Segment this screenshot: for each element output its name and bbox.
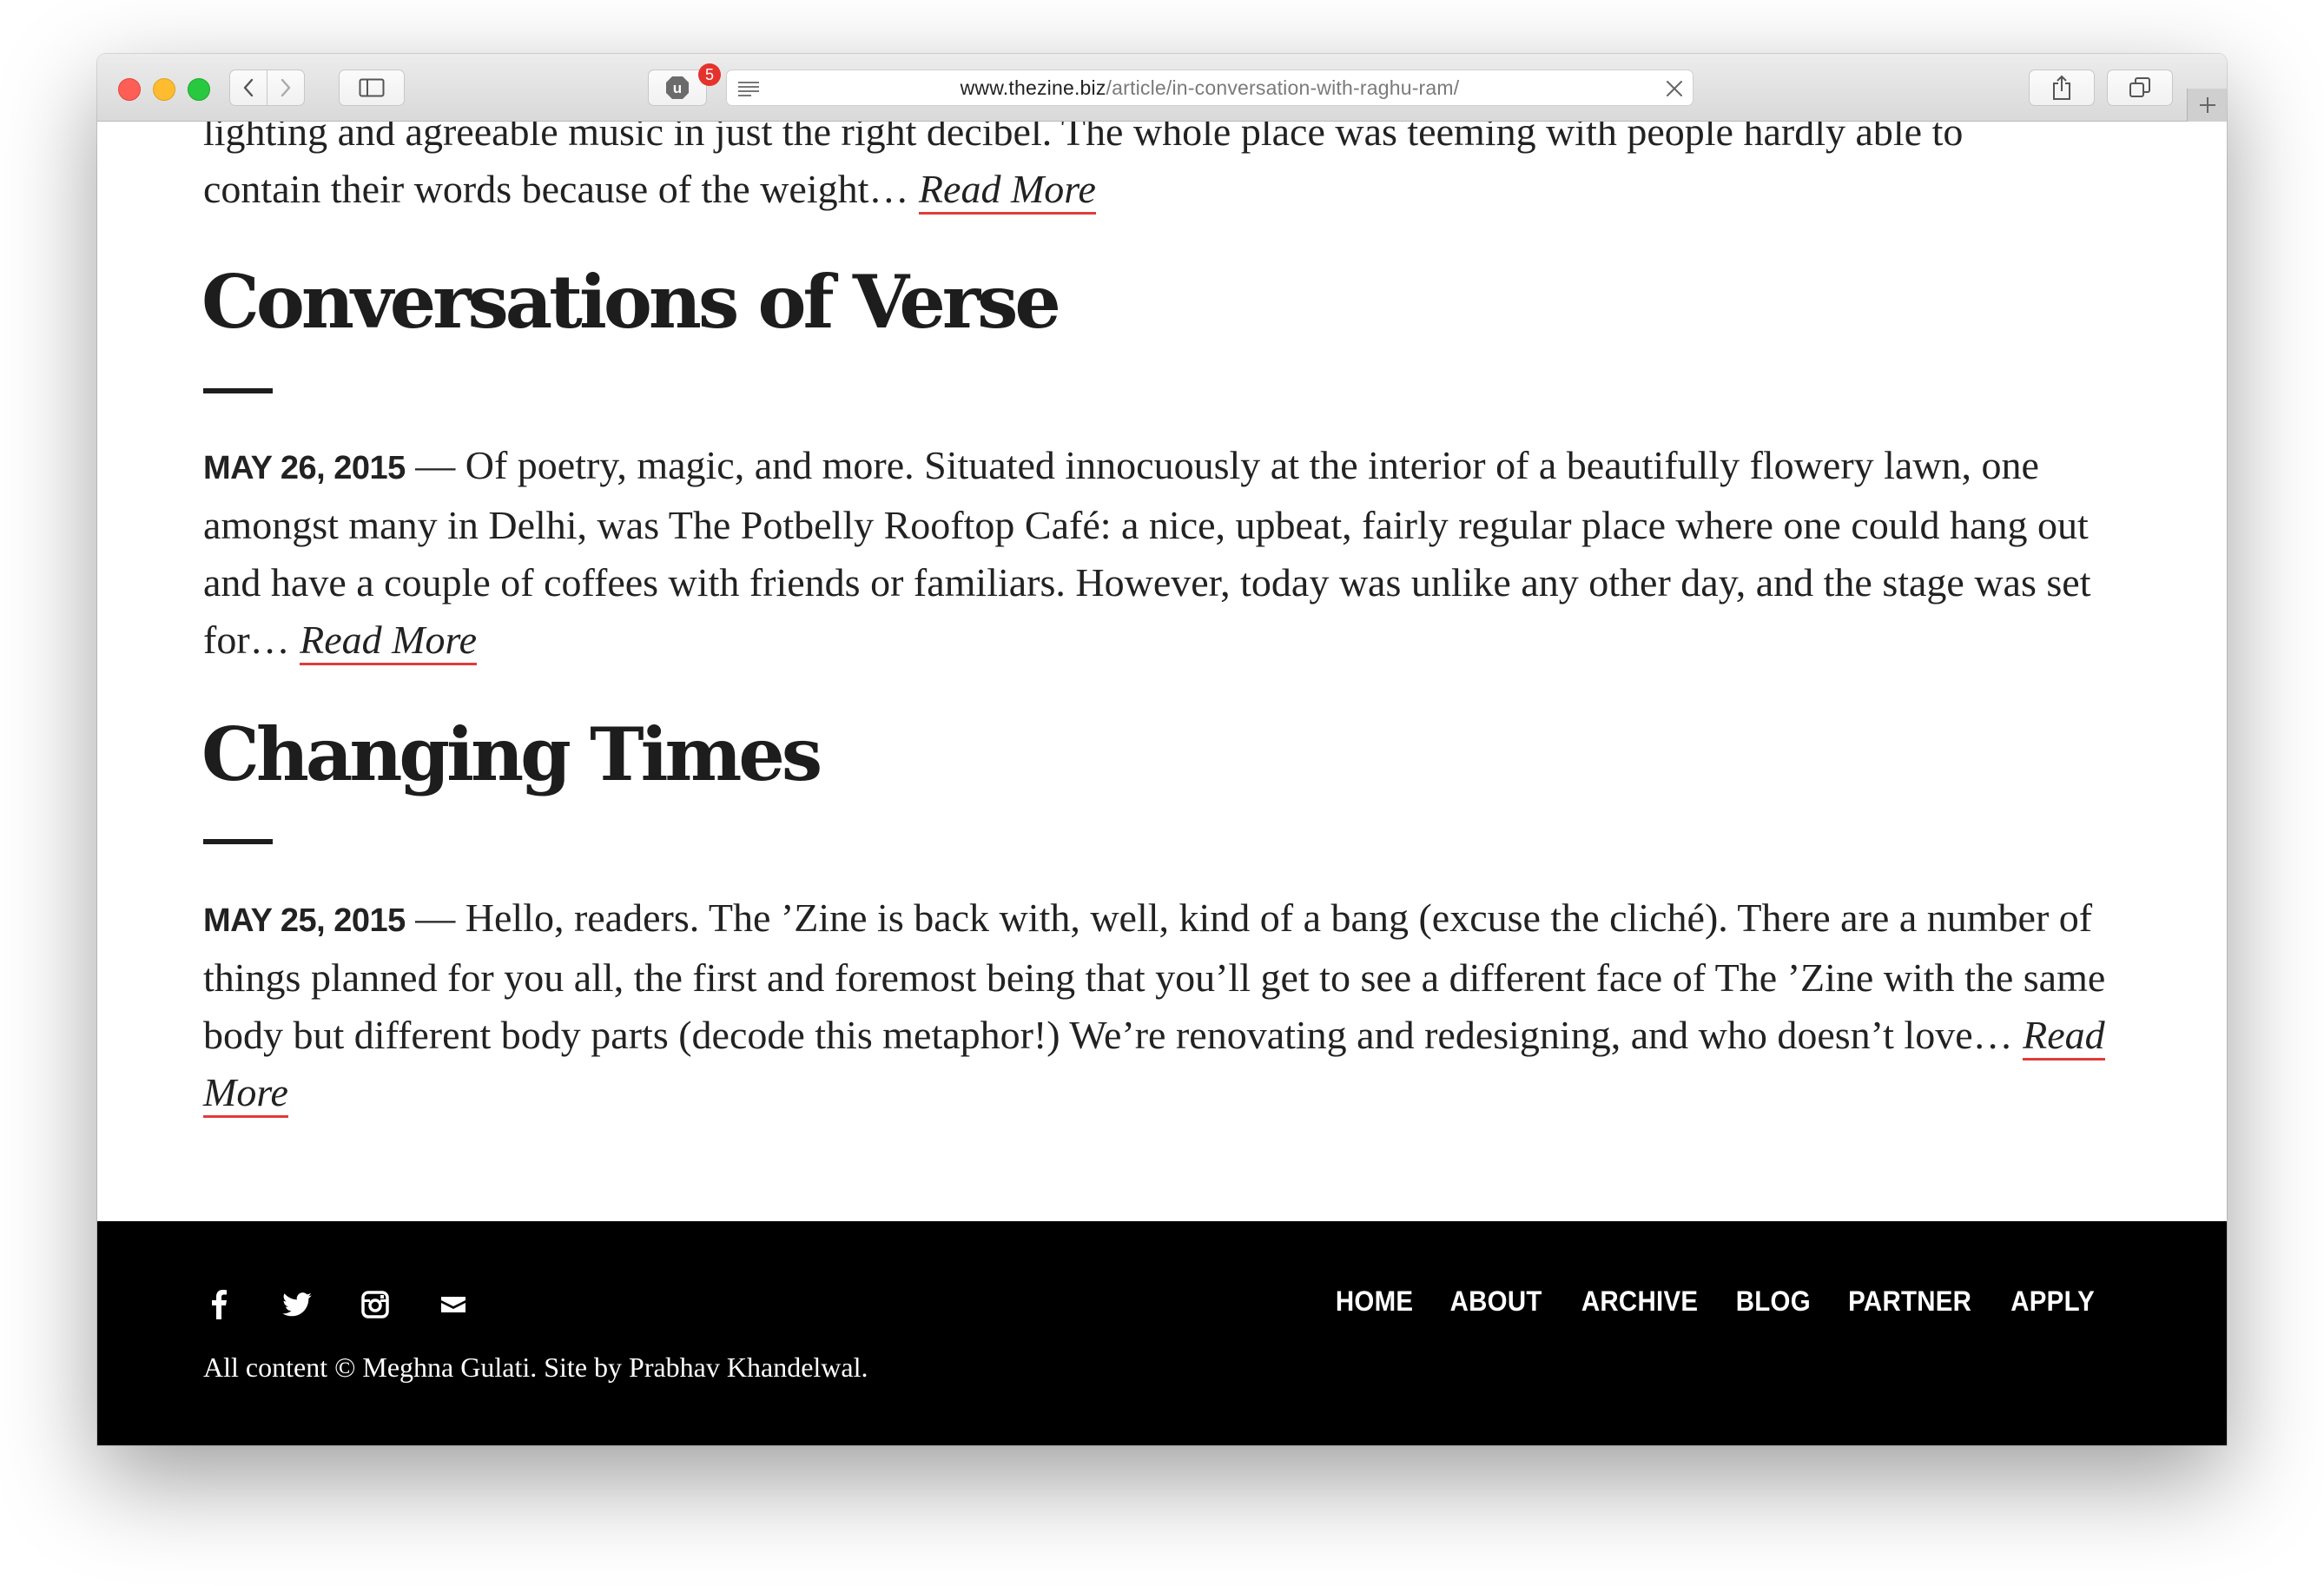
extension-badge: 5 bbox=[698, 63, 721, 86]
ublock-shield-icon: u bbox=[666, 76, 689, 99]
footer-nav-about[interactable]: ABOUT bbox=[1450, 1285, 1542, 1318]
url-path: /article/in-conversation-with-raghu-ram/ bbox=[1106, 76, 1460, 99]
zoom-window-button[interactable] bbox=[188, 78, 210, 101]
footer-nav-home[interactable]: HOME bbox=[1336, 1285, 1413, 1318]
read-more-link[interactable]: Read More bbox=[918, 167, 1096, 215]
back-button[interactable] bbox=[229, 69, 267, 106]
read-more-link[interactable]: Read More bbox=[300, 618, 478, 665]
chevron-right-icon bbox=[281, 78, 291, 97]
tab-overview-button[interactable] bbox=[2107, 69, 2173, 106]
instagram-icon[interactable] bbox=[358, 1287, 393, 1322]
url-text: www.thezine.biz/article/in-conversation-… bbox=[727, 76, 1693, 100]
browser-window: lighting and agreeable music in just the… bbox=[97, 54, 2227, 1445]
sidebar-icon bbox=[359, 78, 385, 97]
article-title[interactable]: Conversations of Verse bbox=[201, 259, 1061, 346]
footer-nav-archive[interactable]: ARCHIVE bbox=[1581, 1285, 1697, 1318]
forward-button[interactable] bbox=[267, 69, 305, 106]
footer-nav: HOME ABOUT ARCHIVE BLOG PARTNER APPLY bbox=[1332, 1285, 2098, 1318]
title-divider bbox=[203, 388, 273, 393]
sidebar-toggle-button[interactable] bbox=[339, 69, 405, 106]
twitter-icon[interactable] bbox=[280, 1287, 314, 1322]
article-excerpt: MAY 26, 2015 — Of poetry, magic, and mor… bbox=[203, 437, 2149, 669]
footer-nav-blog[interactable]: BLOG bbox=[1735, 1285, 1810, 1318]
share-icon bbox=[2053, 75, 2070, 100]
partial-excerpt-bottom: contain their words because of the weigh… bbox=[203, 167, 909, 211]
plus-icon bbox=[2200, 97, 2215, 113]
minimize-window-button[interactable] bbox=[153, 78, 175, 101]
mail-icon[interactable] bbox=[436, 1287, 471, 1322]
date-separator: — bbox=[405, 443, 465, 487]
article-excerpt: MAY 25, 2015 — Hello, readers. The ’Zine… bbox=[203, 889, 2149, 1121]
new-tab-button[interactable] bbox=[2187, 89, 2227, 122]
svg-text:u: u bbox=[673, 80, 682, 96]
site-footer: HOME ABOUT ARCHIVE BLOG PARTNER APPLY Al… bbox=[97, 1221, 2227, 1445]
tabs-icon bbox=[2129, 77, 2150, 97]
address-bar[interactable]: www.thezine.biz/article/in-conversation-… bbox=[726, 69, 1693, 106]
facebook-icon[interactable] bbox=[201, 1287, 236, 1322]
url-host: www.thezine.biz bbox=[960, 76, 1106, 99]
close-window-button[interactable] bbox=[118, 78, 141, 101]
article-title[interactable]: Changing Times bbox=[201, 711, 822, 798]
excerpt-text: Hello, readers. The ’Zine is back with, … bbox=[203, 895, 2106, 1057]
excerpt-text: Of poetry, magic, and more. Situated inn… bbox=[203, 443, 2091, 662]
title-divider bbox=[203, 839, 273, 844]
date-separator: — bbox=[405, 895, 465, 940]
share-button[interactable] bbox=[2029, 69, 2095, 106]
browser-toolbar: u 5 www.thezine.biz/article/in-conversat… bbox=[97, 54, 2227, 122]
close-icon[interactable] bbox=[1665, 79, 1684, 98]
article-date: MAY 26, 2015 bbox=[203, 450, 406, 486]
copyright-text: All content © Meghna Gulati. Site by Pra… bbox=[203, 1351, 868, 1383]
article-date: MAY 25, 2015 bbox=[203, 902, 406, 939]
page-content: lighting and agreeable music in just the… bbox=[97, 54, 2227, 1221]
footer-nav-partner[interactable]: PARTNER bbox=[1849, 1285, 1972, 1318]
footer-nav-apply[interactable]: APPLY bbox=[2010, 1285, 2095, 1318]
chevron-left-icon bbox=[243, 78, 254, 97]
